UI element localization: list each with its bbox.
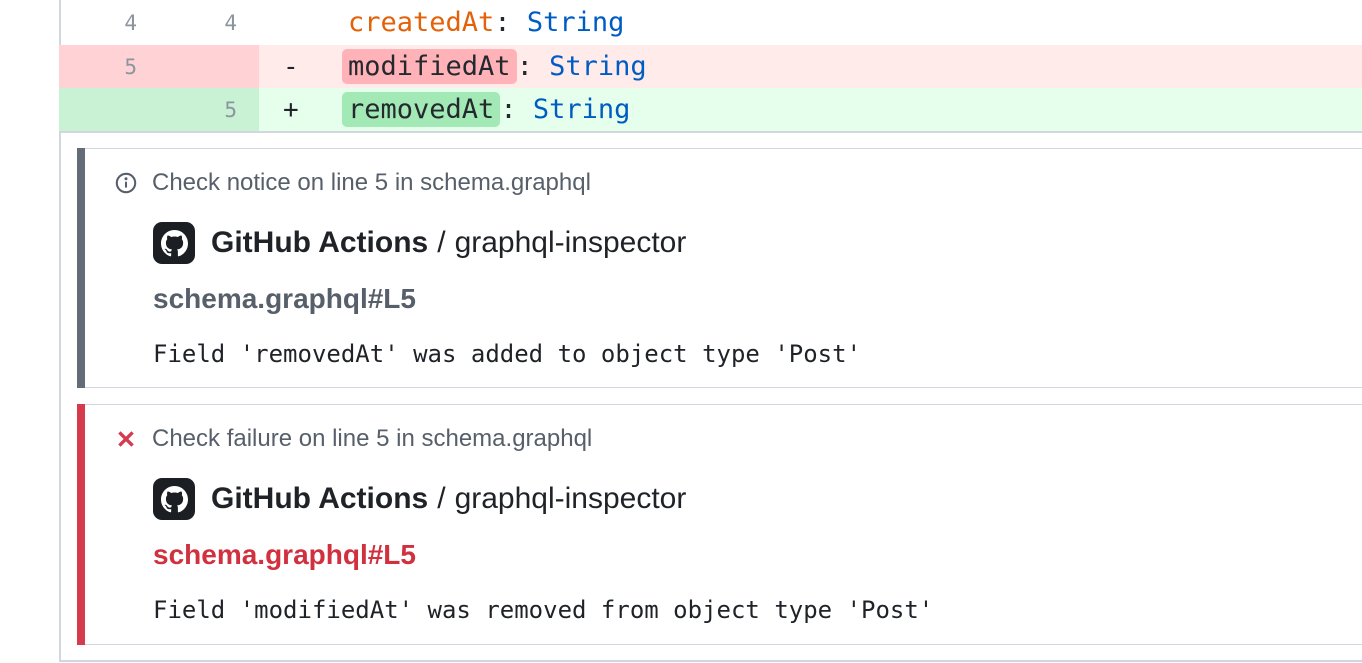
workflow-name: graphql-inspector [455, 482, 687, 516]
info-icon [115, 172, 137, 194]
workflow-name: graphql-inspector [455, 226, 687, 260]
code-colon-token: : [494, 7, 527, 38]
app-name: GitHub Actions [211, 482, 428, 516]
code-content: modifiedAt: String [342, 45, 647, 88]
github-actions-logo-icon [153, 222, 195, 264]
check-notice-annotation: Check notice on line 5 in schema.graphql… [77, 148, 1362, 388]
github-actions-logo-icon [153, 478, 195, 520]
bottom-border [59, 660, 1362, 662]
x-icon [115, 428, 137, 450]
diff-sign-plus: + [283, 88, 299, 131]
code-type-token: String [527, 7, 625, 38]
app-separator: / [437, 226, 445, 260]
diff-line-deletion: 5 - modifiedAt: String [59, 45, 1362, 88]
new-line-number[interactable]: 5 [159, 88, 237, 131]
new-line-number[interactable]: 4 [159, 0, 237, 45]
annotation-header: Check failure on line 5 in schema.graphq… [115, 426, 1362, 452]
code-type-token: String [549, 51, 647, 82]
check-failure-annotation: Check failure on line 5 in schema.graphq… [77, 404, 1362, 645]
annotation-app-row: GitHub Actions / graphql-inspector [153, 478, 1362, 520]
annotation-header-text: Check notice on line 5 in schema.graphql [152, 169, 591, 197]
app-name: GitHub Actions [211, 226, 428, 260]
diff-line-context: 4 4 createdAt: String [59, 0, 1362, 45]
diff-annotation-separator [59, 131, 1362, 133]
code-content: removedAt: String [342, 88, 630, 131]
failure-accent-bar [77, 404, 85, 645]
annotation-message: Field 'modifiedAt' was removed from obje… [153, 596, 1362, 624]
annotation-message: Field 'removedAt' was added to object ty… [153, 340, 1362, 368]
code-colon-token: : [517, 51, 550, 82]
added-word-highlight: removedAt [342, 92, 500, 127]
deleted-word-highlight: modifiedAt [342, 49, 517, 84]
file-line-link[interactable]: schema.graphql#L5 [153, 538, 1362, 572]
annotation-header-text: Check failure on line 5 in schema.graphq… [152, 425, 592, 453]
code-colon-token: : [500, 94, 533, 125]
old-line-number[interactable] [59, 88, 137, 131]
app-separator: / [437, 482, 445, 516]
code-field-token: createdAt [348, 7, 494, 38]
code-content: createdAt: String [348, 0, 624, 45]
file-line-link[interactable]: schema.graphql#L5 [153, 282, 1362, 316]
annotation-header: Check notice on line 5 in schema.graphql [115, 170, 1362, 196]
code-type-token: String [533, 94, 631, 125]
old-line-number[interactable]: 5 [59, 45, 137, 88]
notice-accent-bar [77, 148, 85, 388]
old-line-number[interactable]: 4 [59, 0, 137, 45]
new-line-number[interactable] [159, 45, 237, 88]
annotation-app-row: GitHub Actions / graphql-inspector [153, 222, 1362, 264]
diff-line-addition: 5 + removedAt: String [59, 88, 1362, 131]
diff-sign-minus: - [283, 45, 299, 88]
